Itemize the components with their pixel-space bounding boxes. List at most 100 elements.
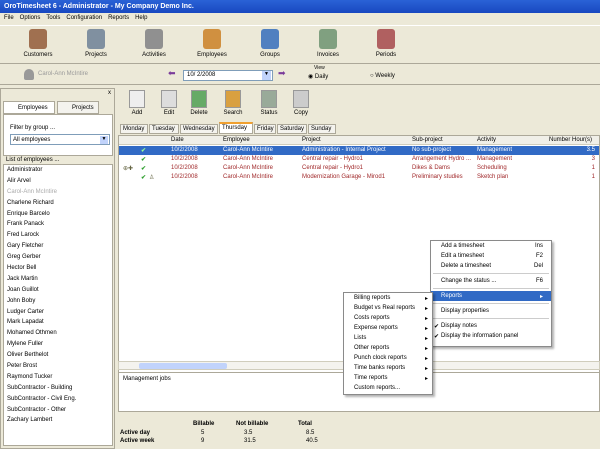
list-item[interactable]: Alir Arvel — [4, 176, 112, 187]
context-menu-item[interactable]: Display properties — [431, 306, 551, 316]
submenu-item[interactable]: Time banks reports ▸ — [344, 363, 432, 373]
tab-tuesday[interactable]: Tuesday — [149, 124, 179, 134]
toolbar-periods-button[interactable]: Periods — [358, 26, 414, 63]
list-item[interactable]: SubContractor - Civil Eng. — [4, 394, 112, 405]
list-item[interactable]: Hector Bell — [4, 263, 112, 274]
column-header[interactable]: Sub-project — [412, 137, 443, 143]
toolbar-projects-button[interactable]: Projects — [68, 26, 124, 63]
column-header[interactable]: Project — [302, 137, 321, 143]
submenu-item[interactable]: Expense reports ▸ — [344, 323, 432, 333]
daily-radio[interactable]: ◉ Daily — [308, 73, 328, 80]
menu-help[interactable]: Help — [135, 15, 147, 22]
submenu-item[interactable]: Other reports ▸ — [344, 343, 432, 353]
context-menu-item[interactable]: Delete a timesheet Del — [431, 261, 551, 271]
list-item[interactable]: Mylene Fuller — [4, 339, 112, 350]
list-item[interactable]: Charlene Richard — [4, 198, 112, 209]
menu-item-label: Time banks reports — [354, 365, 406, 371]
list-item[interactable]: Carol-Ann McIntire — [4, 187, 112, 198]
list-item[interactable]: Fred Larock — [4, 230, 112, 241]
table-row[interactable]: ✔ ♙ 10/2/2008 Carol-Ann McIntire Modernizati… — [119, 173, 599, 182]
toolbar-customers-button[interactable]: Customers — [10, 26, 66, 63]
table-row[interactable]: ✔ ⊕✚ 10/2/2008 Carol-Ann McIntire Central re… — [119, 164, 599, 173]
submenu-item[interactable]: Time reports ▸ — [344, 373, 432, 383]
weekly-radio[interactable]: ○ Weekly — [370, 73, 395, 79]
tab-projects[interactable]: Projects — [57, 101, 99, 114]
list-item[interactable]: Mohamed Othmen — [4, 328, 112, 339]
date-picker[interactable]: 10/ 2/2008 ▼ — [183, 70, 273, 81]
submenu-item[interactable]: Billing reports ▸ — [344, 293, 432, 303]
toolbar-activities-button[interactable]: Activities — [126, 26, 182, 63]
list-item[interactable]: Peter Brost — [4, 361, 112, 372]
tab-employees[interactable]: Employees — [3, 101, 55, 114]
list-item[interactable]: Jack Martin — [4, 274, 112, 285]
toolbar-invoices-button[interactable]: Invoices — [300, 26, 356, 63]
list-item[interactable]: Raymond Tucker — [4, 372, 112, 383]
totals-row-label: Active day — [120, 430, 151, 436]
add-button[interactable]: Add — [122, 90, 152, 116]
close-panel-icon[interactable]: x — [108, 90, 111, 96]
context-menu: Add a timesheet Ins Edit a timesheet F2 Dele… — [430, 240, 552, 347]
list-item[interactable]: Frank Panack — [4, 219, 112, 230]
tab-monday[interactable]: Monday — [120, 124, 148, 134]
submenu-item[interactable]: Custom reports... — [344, 383, 432, 393]
menu-options[interactable]: Options — [20, 15, 41, 22]
menu-reports[interactable]: Reports — [108, 15, 129, 22]
context-menu-item[interactable]: ✔ Display the information panel — [431, 331, 551, 341]
totals-panel: Billable Not billable Total Active day 5 3.5 8… — [118, 414, 600, 449]
list-item[interactable]: Enrique Barcelo — [4, 209, 112, 220]
chevron-down-icon[interactable]: ▼ — [100, 136, 108, 144]
delete-button[interactable]: Delete — [184, 90, 214, 116]
table-row[interactable]: ✔ 10/2/2008 Carol-Ann McIntire Central repa… — [119, 155, 599, 164]
list-item[interactable]: SubContractor - Other — [4, 405, 112, 416]
submenu-item[interactable]: Punch clock reports ▸ — [344, 353, 432, 363]
scrollbar-thumb[interactable] — [139, 363, 227, 369]
menu-tools[interactable]: Tools — [46, 15, 60, 22]
list-item[interactable]: Greg Gerber — [4, 252, 112, 263]
copy-button[interactable]: Copy — [286, 90, 316, 116]
tab-friday[interactable]: Friday — [254, 124, 276, 134]
context-menu-item[interactable]: Reports ▸ — [431, 291, 551, 301]
edit-button[interactable]: Edit — [154, 90, 184, 116]
context-menu-item[interactable]: Edit a timesheet F2 — [431, 251, 551, 261]
list-item[interactable]: Oliver Berthelot — [4, 350, 112, 361]
column-header[interactable]: Employee — [223, 137, 250, 143]
group-filter-select[interactable]: All employees ▼ — [10, 134, 110, 145]
submenu-arrow-icon: ▸ — [424, 346, 428, 352]
submenu-item[interactable]: Costs reports ▸ — [344, 313, 432, 323]
list-item[interactable]: SubContractor - Building — [4, 383, 112, 394]
submenu-item[interactable]: Lists ▸ — [344, 333, 432, 343]
context-menu-item[interactable]: Change the status ... F6 — [431, 276, 551, 286]
search-button[interactable]: Search — [218, 90, 248, 116]
employee-list: Administrator Alir Arvel Carol-Ann McIntir… — [3, 164, 113, 446]
list-item[interactable]: Joan Guillot — [4, 285, 112, 296]
next-date-arrow-icon[interactable]: ➡ — [278, 68, 286, 79]
list-item[interactable]: Ludger Carter — [4, 307, 112, 318]
table-cell: 3.5 — [586, 147, 595, 153]
menu-configuration[interactable]: Configuration — [66, 15, 102, 22]
context-menu-item[interactable]: ✔ Display notes — [431, 321, 551, 331]
table-row[interactable]: ✔ 10/2/2008 Carol-Ann McIntire Administrati… — [119, 146, 599, 155]
chevron-down-icon[interactable]: ▼ — [262, 71, 271, 80]
table-cell: 10/2/2008 — [171, 147, 198, 153]
tab-wednesday[interactable]: Wednesday — [180, 124, 218, 134]
toolbar-groups-button[interactable]: Groups — [242, 26, 298, 63]
tab-saturday[interactable]: Saturday — [277, 124, 307, 134]
submenu-item[interactable]: Budget vs Real reports ▸ — [344, 303, 432, 313]
employee-icon — [24, 69, 34, 80]
column-header[interactable]: Date — [171, 137, 184, 143]
previous-date-arrow-icon[interactable]: ⬅ — [168, 68, 176, 79]
list-item[interactable]: John Boby — [4, 296, 112, 307]
toolbar-employees-button[interactable]: Employees — [184, 26, 240, 63]
menu-file[interactable]: File — [4, 15, 14, 22]
column-header[interactable]: Number Hour(s) — [549, 137, 592, 143]
submenu-arrow-icon: ▸ — [424, 296, 428, 302]
list-item[interactable]: Mark Lapadat — [4, 317, 112, 328]
list-item[interactable]: Administrator — [4, 165, 112, 176]
tab-thursday[interactable]: Thursday — [219, 122, 253, 134]
context-menu-item[interactable]: Add a timesheet Ins — [431, 241, 551, 251]
list-item[interactable]: Zachary Lambert — [4, 415, 112, 426]
list-item[interactable]: Gary Fletcher — [4, 241, 112, 252]
status-button[interactable]: Status — [254, 90, 284, 116]
tab-sunday[interactable]: Sunday — [308, 124, 336, 134]
column-header[interactable]: Activity — [477, 137, 496, 143]
